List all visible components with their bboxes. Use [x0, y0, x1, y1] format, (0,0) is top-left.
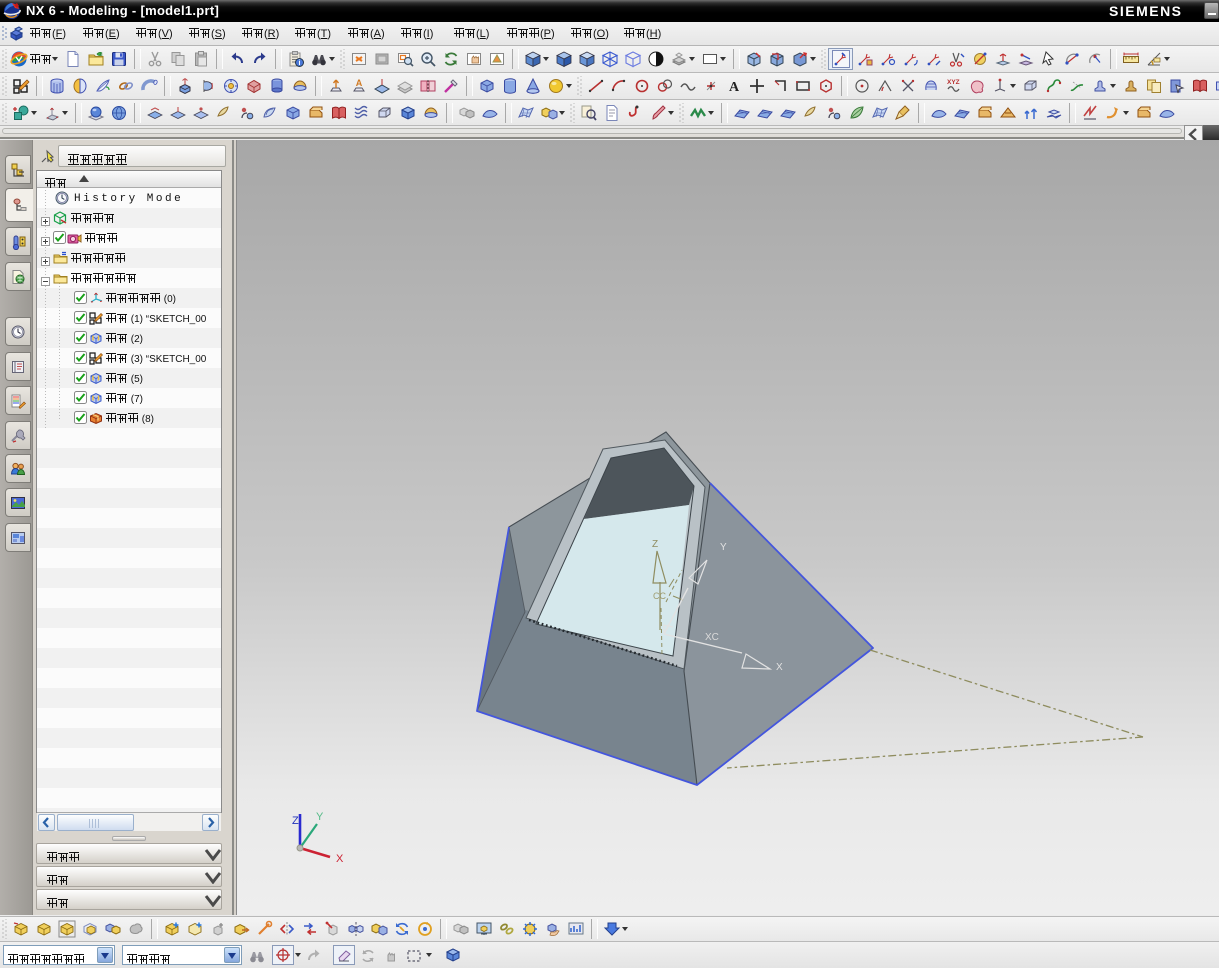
svg-text:A: A — [728, 80, 739, 95]
svg-text:A: A — [355, 78, 362, 88]
svg-text:XYZ: XYZ — [947, 79, 960, 86]
svg-text:i: i — [298, 60, 300, 67]
